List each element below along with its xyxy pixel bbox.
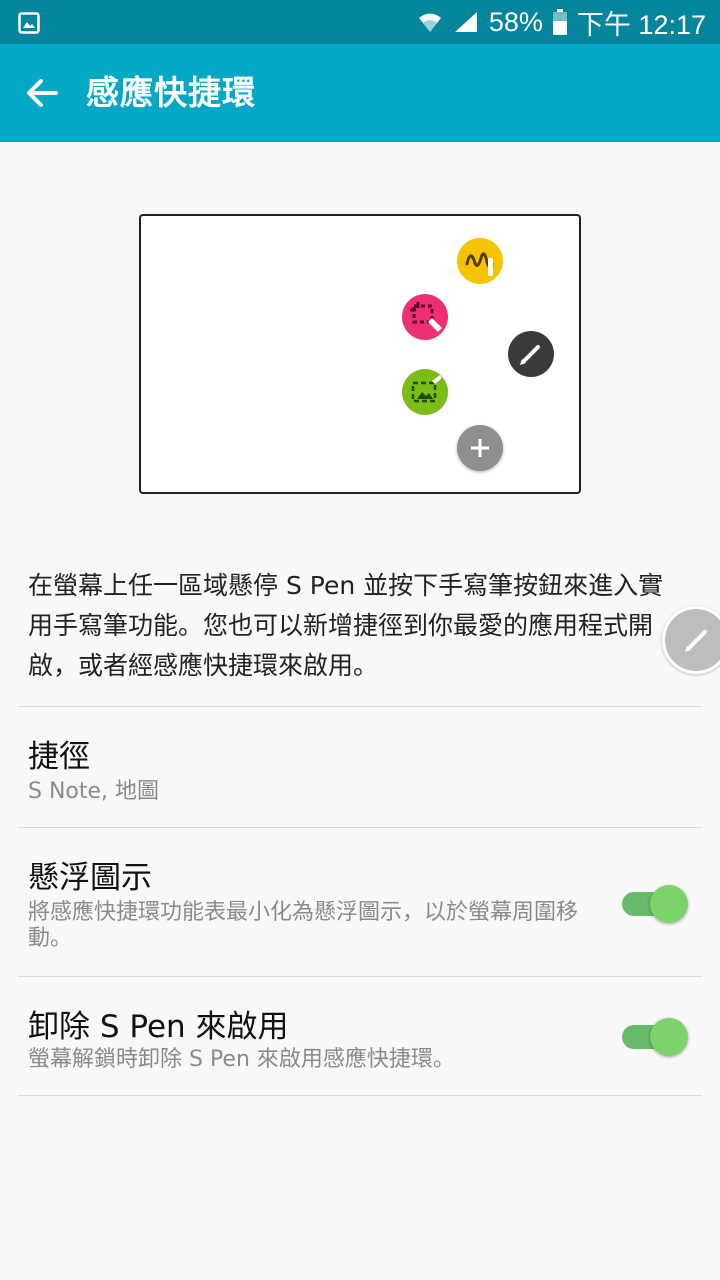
floating-icon-title: 懸浮圖示 xyxy=(28,860,152,896)
screen-select-icon xyxy=(402,294,448,340)
clock: 下午 12:17 xyxy=(576,9,706,40)
image-clip-icon xyxy=(402,369,448,415)
pen-icon xyxy=(685,630,707,652)
detach-spen-setting-row[interactable]: 卸除 S Pen 來啟用 螢幕解鎖時卸除 S Pen 來啟用感應快捷環。 xyxy=(0,977,720,1095)
detach-spen-subtitle: 螢幕解鎖時卸除 S Pen 來啟用感應快捷環。 xyxy=(28,1047,455,1072)
status-bar: 58% 下午 12:17 xyxy=(0,0,720,44)
app-bar: 感應快捷環 xyxy=(0,44,720,142)
arrow-back-icon xyxy=(27,79,58,107)
pen-menu-icon xyxy=(508,331,554,377)
toggle-thumb xyxy=(650,885,688,923)
handwriting-app-icon xyxy=(457,238,503,284)
floating-icon-setting-row[interactable]: 懸浮圖示 將感應快捷環功能表最小化為懸浮圖示，以於螢幕周圍移動。 xyxy=(0,828,720,976)
back-button[interactable] xyxy=(22,73,62,113)
detach-spen-title: 卸除 S Pen 來啟用 xyxy=(28,1009,289,1045)
wifi-icon xyxy=(417,10,443,34)
floating-icon-toggle[interactable] xyxy=(622,883,690,923)
shortcuts-title: 捷徑 xyxy=(28,739,90,775)
air-command-illustration xyxy=(139,214,581,494)
signal-icon xyxy=(453,10,479,34)
gallery-notification-icon xyxy=(18,12,40,34)
add-shortcut-icon xyxy=(457,425,503,471)
floating-icon-subtitle: 將感應快捷環功能表最小化為懸浮圖示，以於螢幕周圍移動。 xyxy=(28,900,579,951)
battery-icon xyxy=(552,9,567,35)
divider xyxy=(18,1095,702,1096)
toggle-thumb xyxy=(650,1018,688,1056)
description-text: 在螢幕上任一區域懸停 S Pen 並按下手寫筆按鈕來進入實用手寫筆功能。您也可以… xyxy=(28,571,664,680)
shortcuts-subtitle: S Note, 地圖 xyxy=(28,779,160,804)
shortcuts-setting-row[interactable]: 捷徑 S Note, 地圖 xyxy=(0,707,720,827)
page-title: 感應快捷環 xyxy=(86,73,256,112)
detach-spen-toggle[interactable] xyxy=(622,1016,690,1056)
battery-percent: 58% xyxy=(488,6,543,37)
